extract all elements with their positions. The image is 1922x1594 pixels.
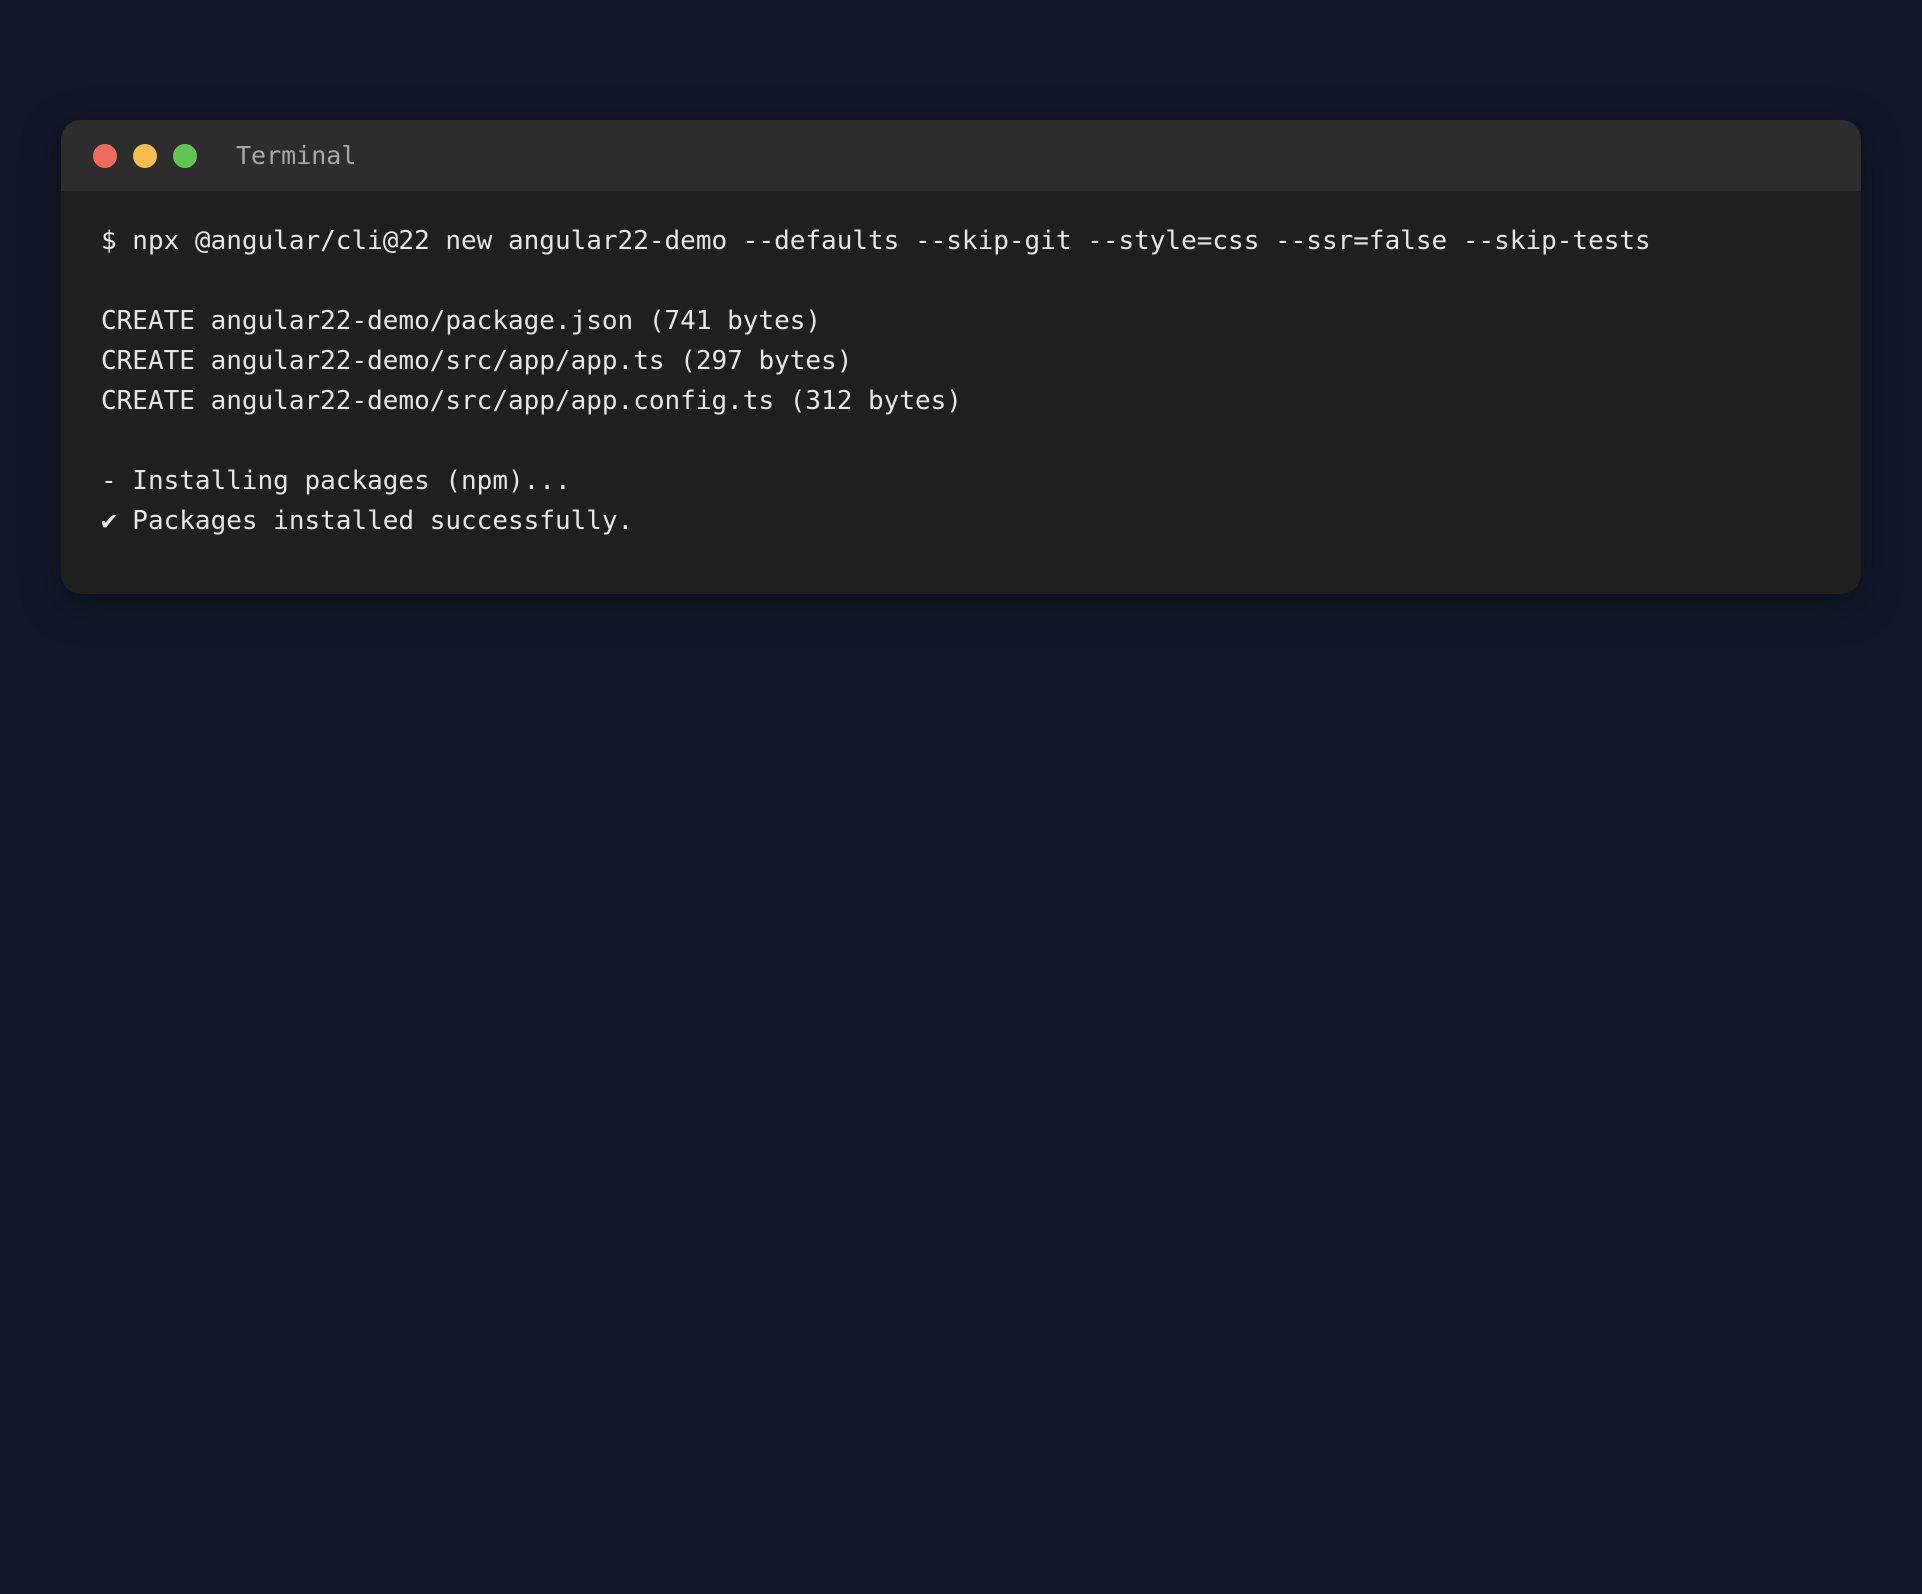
command-line: $ npx @angular/cli@22 new angular22-demo… xyxy=(101,226,1651,256)
success-status-line: ✔ Packages installed successfully. xyxy=(101,506,634,536)
close-button[interactable] xyxy=(93,143,117,168)
terminal-window: Terminal $ npx @angular/cli@22 new angul… xyxy=(61,120,1861,594)
create-line: CREATE angular22-demo/src/app/app.ts (29… xyxy=(101,346,853,376)
installing-status-line: - Installing packages (npm)... xyxy=(101,466,571,496)
window-controls xyxy=(93,120,197,191)
minimize-button[interactable] xyxy=(133,143,157,168)
create-line: CREATE angular22-demo/src/app/app.config… xyxy=(101,386,962,416)
create-line: CREATE angular22-demo/package.json (741 … xyxy=(101,306,822,336)
terminal-output[interactable]: $ npx @angular/cli@22 new angular22-demo… xyxy=(101,191,1821,594)
window-title: Terminal xyxy=(236,141,357,170)
title-bar: Terminal xyxy=(61,120,1861,191)
zoom-button[interactable] xyxy=(173,143,197,168)
